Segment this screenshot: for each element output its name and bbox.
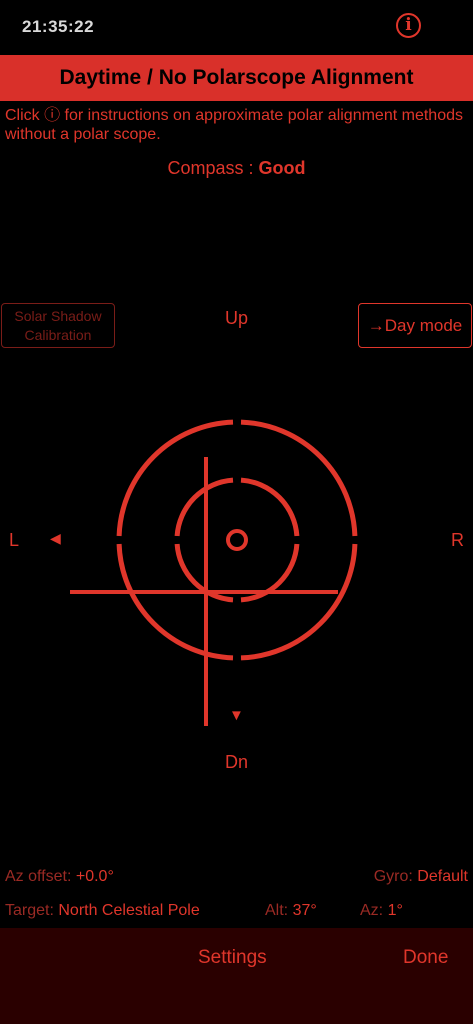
bottom-toolbar [0,928,473,1024]
gyro-readout[interactable]: Gyro: Default [374,868,468,886]
az-readout: Az: 1° [360,902,403,920]
az-offset-value: +0.0° [75,868,114,885]
az-offset-readout[interactable]: Az offset: +0.0° [5,868,114,886]
outer-ring-arc-tr [240,419,358,537]
gyro-value: Default [417,868,468,885]
alt-label: Alt: [265,902,293,919]
gyro-label: Gyro: [373,868,418,885]
az-offset-label: Az offset: [5,868,76,885]
alt-value: 37° [292,902,317,919]
outer-ring-arc-tl [116,419,234,537]
inner-ring-arc-tr [240,477,300,537]
outer-ring-arc-bl [116,543,234,661]
target-readout[interactable]: Target: North Celestial Pole [5,902,200,920]
crosshair-center-dot [203,589,209,595]
done-button[interactable]: Done [403,947,448,969]
target-value: North Celestial Pole [58,902,200,919]
settings-button[interactable]: Settings [198,947,267,969]
alt-readout: Alt: 37° [265,902,317,920]
az-label: Az: [360,902,388,919]
az-value: 1° [387,902,403,919]
outer-ring-arc-br [240,543,358,661]
center-marker [226,529,248,551]
target-label: Target: [5,902,59,919]
